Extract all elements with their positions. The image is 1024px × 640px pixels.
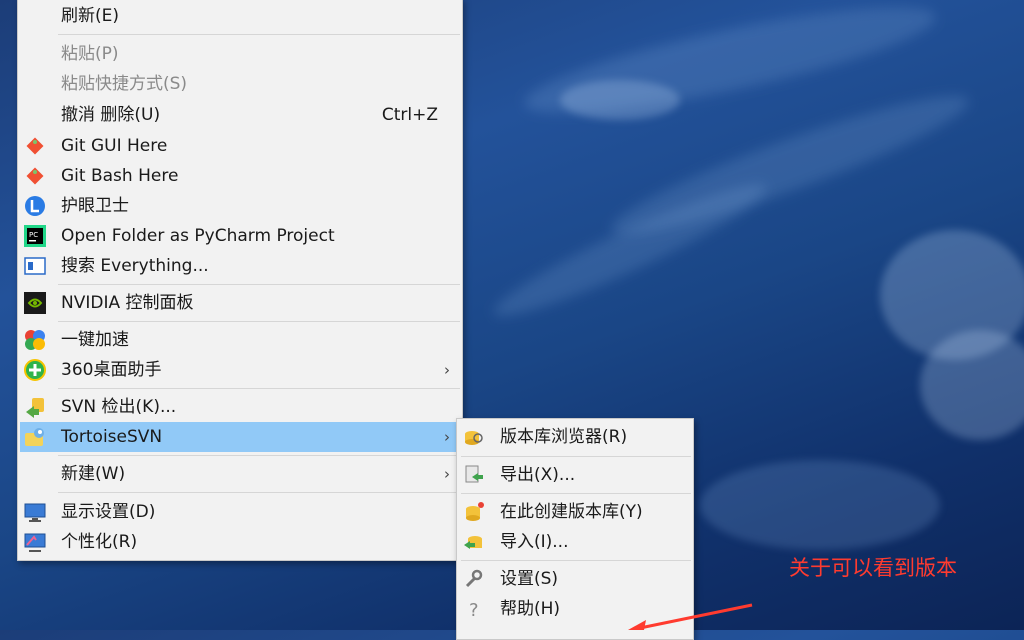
menu-item-label: 护眼卫士 <box>61 196 129 216</box>
menu-item-paste-shortcut: 粘贴快捷方式(S) <box>20 69 460 99</box>
personalize-icon <box>24 533 46 552</box>
menu-item-label: 一键加速 <box>61 330 129 350</box>
menu-item-paste: 粘贴(P) <box>20 39 460 69</box>
repo-browser-icon <box>465 431 483 445</box>
menu-item-label: 粘贴快捷方式(S) <box>61 74 188 94</box>
menu-item-360-desk[interactable]: 360桌面助手 › <box>20 355 460 385</box>
menu-item-label: 帮助(H) <box>500 599 561 619</box>
menu-item-export[interactable]: 导出(X)... <box>459 460 691 490</box>
menu-separator <box>58 321 460 322</box>
menu-item-display-settings[interactable]: 显示设置(D) <box>20 497 460 527</box>
export-icon <box>465 465 483 483</box>
menu-item-label: 撤消 删除(U) <box>61 105 161 125</box>
nvidia-icon <box>24 292 46 314</box>
menu-item-create-repo[interactable]: 在此创建版本库(Y) <box>459 497 691 527</box>
menu-item-settings[interactable]: 设置(S) <box>459 564 691 594</box>
menu-item-label: 显示设置(D) <box>61 502 156 522</box>
menu-item-label: 粘贴(P) <box>61 44 119 64</box>
menu-item-label: Git Bash Here <box>61 166 179 186</box>
svg-text:?: ? <box>469 600 479 620</box>
menu-item-undo-delete[interactable]: 撤消 删除(U) Ctrl+Z <box>20 100 460 130</box>
menu-item-label: 刷新(E) <box>61 6 120 26</box>
menu-item-label: 在此创建版本库(Y) <box>500 502 643 522</box>
menu-item-personalize[interactable]: 个性化(R) <box>20 527 460 557</box>
tortoisesvn-icon <box>25 428 44 446</box>
menu-item-label: 新建(W) <box>61 464 126 484</box>
svn-checkout-icon <box>26 398 44 418</box>
menu-item-speedup[interactable]: 一键加速 <box>20 325 460 355</box>
menu-item-new[interactable]: 新建(W) › <box>20 459 460 489</box>
menu-item-label: TortoiseSVN <box>61 427 163 447</box>
menu-separator <box>58 388 460 389</box>
desk360-icon <box>24 359 46 381</box>
menu-item-label: 导入(I)... <box>500 532 569 552</box>
menu-item-everything[interactable]: 搜索 Everything... <box>20 251 460 281</box>
git-icon <box>26 167 44 185</box>
menu-item-label: 导出(X)... <box>500 465 576 485</box>
menu-item-pycharm[interactable]: PC Open Folder as PyCharm Project <box>20 221 460 251</box>
menu-separator <box>58 492 460 493</box>
menu-item-label: 个性化(R) <box>61 532 138 552</box>
menu-separator <box>58 455 460 456</box>
chevron-right-icon: › <box>444 361 450 379</box>
menu-item-label: 设置(S) <box>500 569 559 589</box>
everything-icon <box>24 257 46 275</box>
create-repo-icon <box>466 502 484 521</box>
import-icon <box>464 536 482 549</box>
menu-item-label: 版本库浏览器(R) <box>500 427 628 447</box>
menu-item-nvidia[interactable]: NVIDIA 控制面板 <box>20 288 460 318</box>
menu-item-svn-checkout[interactable]: SVN 检出(K)... <box>20 392 460 422</box>
menu-item-label: Git GUI Here <box>61 136 168 156</box>
menu-item-tortoisesvn[interactable]: TortoiseSVN › <box>20 422 460 452</box>
wrench-icon <box>465 569 483 588</box>
eye-guard-icon <box>25 196 45 216</box>
menu-item-label: 搜索 Everything... <box>61 256 209 276</box>
svg-text:PC: PC <box>29 231 38 239</box>
menu-item-label: 360桌面助手 <box>61 360 162 380</box>
annotation-arrow <box>628 603 753 630</box>
annotation-text: 关于可以看到版本 <box>789 556 957 580</box>
display-icon <box>24 503 46 522</box>
menu-item-git-bash[interactable]: Git Bash Here <box>20 161 460 191</box>
menu-separator <box>58 34 460 35</box>
menu-separator <box>58 284 460 285</box>
menu-separator <box>461 456 691 457</box>
menu-item-repo-browser[interactable]: 版本库浏览器(R) <box>459 422 691 452</box>
speedup-icon <box>25 330 45 350</box>
chevron-right-icon: › <box>444 465 450 483</box>
menu-item-label: NVIDIA 控制面板 <box>61 293 194 313</box>
menu-item-label: Open Folder as PyCharm Project <box>61 226 335 246</box>
desktop-context-menu: 刷新(E) 粘贴(P) 粘贴快捷方式(S) 撤消 删除(U) Ctrl+Z Gi… <box>17 0 463 561</box>
pycharm-icon: PC <box>24 225 46 247</box>
help-icon: ? <box>469 600 479 620</box>
menu-item-refresh[interactable]: 刷新(E) <box>20 1 460 31</box>
chevron-right-icon: › <box>444 428 450 446</box>
git-icon <box>26 137 44 155</box>
shortcut-text: Ctrl+Z <box>381 105 438 125</box>
menu-separator <box>461 560 691 561</box>
menu-item-git-gui[interactable]: Git GUI Here <box>20 131 460 161</box>
menu-item-eye-guard[interactable]: 护眼卫士 <box>20 191 460 221</box>
menu-item-label: SVN 检出(K)... <box>61 397 177 417</box>
menu-item-import[interactable]: 导入(I)... <box>459 527 691 557</box>
menu-separator <box>461 493 691 494</box>
